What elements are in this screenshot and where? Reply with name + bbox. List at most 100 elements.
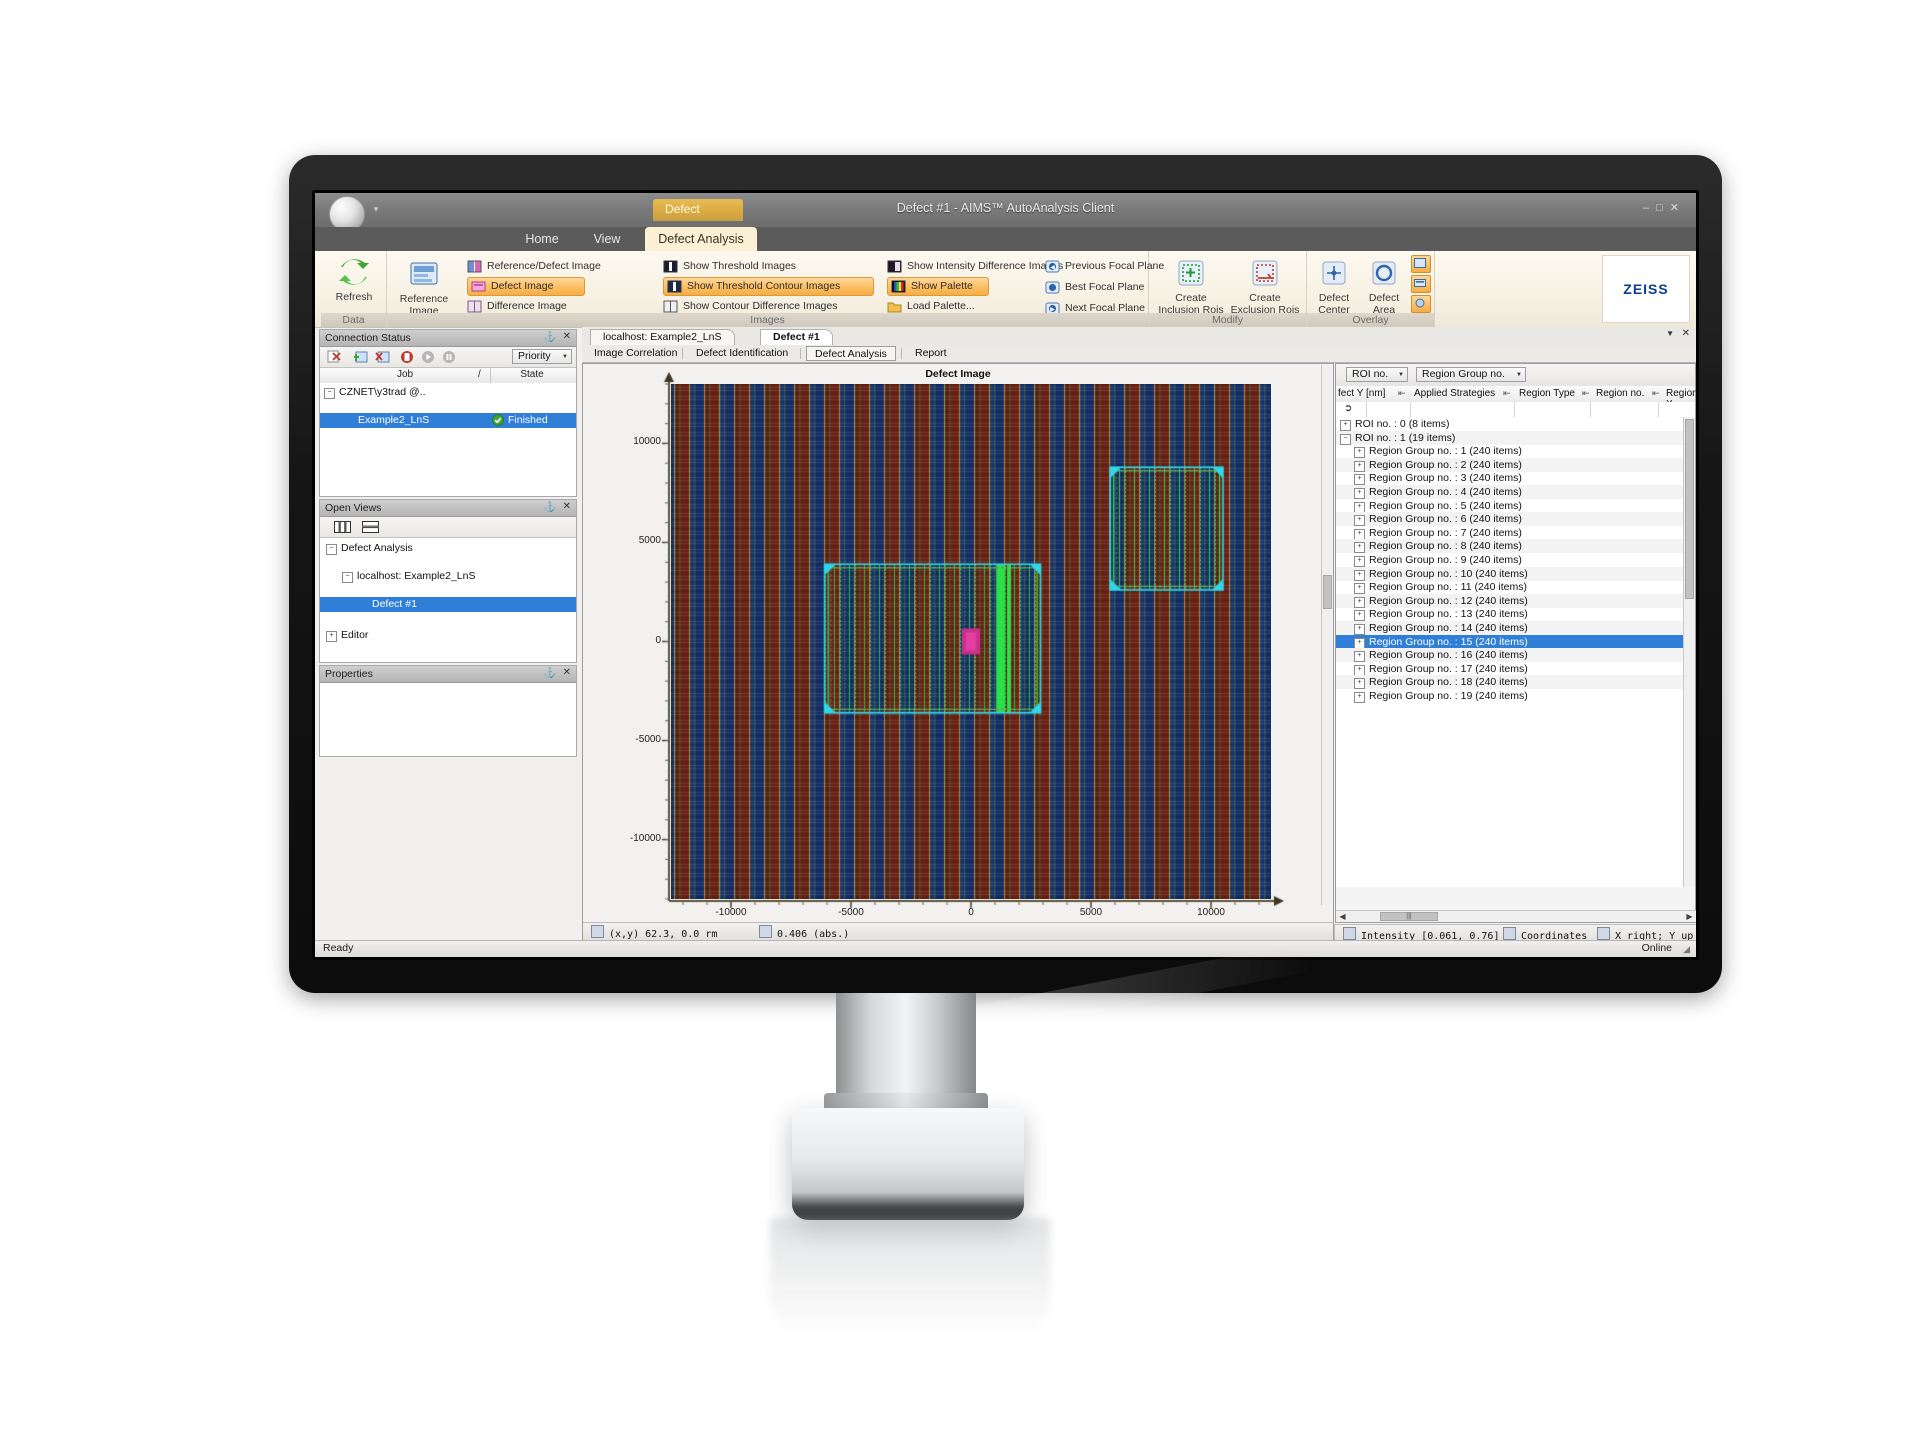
region-tree-row[interactable]: + Region Group no. : 14 (240 items) xyxy=(1336,621,1685,635)
region-vertical-scrollbar[interactable] xyxy=(1683,417,1695,887)
tile-vertical-icon[interactable] xyxy=(334,520,351,539)
region-tree-row[interactable]: + Region Group no. : 8 (240 items) xyxy=(1336,539,1685,554)
refresh-button[interactable]: Refresh xyxy=(324,255,384,303)
expander-icon[interactable]: + xyxy=(1354,610,1365,622)
reference-image-button[interactable]: Reference Image xyxy=(393,257,455,317)
region-group-tree[interactable]: + ROI no. : 0 (8 items) − ROI no. : 1 (19 i… xyxy=(1336,417,1685,887)
expander-icon[interactable]: + xyxy=(326,631,337,642)
open-views-row-defect-1[interactable]: Defect #1 xyxy=(320,597,576,612)
column-filter-glyph[interactable]: ⇤ xyxy=(1503,388,1511,399)
expander-icon[interactable]: − xyxy=(324,388,335,399)
overlay-link-icon[interactable] xyxy=(1411,295,1431,313)
column-state[interactable]: State xyxy=(492,369,572,380)
region-grid-filter-row[interactable]: ➲ xyxy=(1336,402,1695,418)
defect-image-canvas[interactable] xyxy=(671,384,1271,899)
remove-job-icon[interactable] xyxy=(327,350,342,369)
expander-icon[interactable]: + xyxy=(1354,501,1365,513)
expander-icon[interactable]: + xyxy=(1340,420,1351,431)
tab-defect-analysis[interactable]: Defect Analysis xyxy=(645,227,757,251)
pause-icon[interactable] xyxy=(442,350,456,369)
expander-icon[interactable]: + xyxy=(1354,542,1365,554)
expander-icon[interactable]: + xyxy=(1354,528,1365,540)
region-tree-row[interactable]: + Region Group no. : 2 (240 items) xyxy=(1336,457,1685,472)
expander-icon[interactable]: + xyxy=(1354,624,1365,635)
pin-icon[interactable]: ⚓ xyxy=(544,332,556,343)
pin-icon[interactable]: ⚓ xyxy=(544,502,556,513)
region-tree-row[interactable]: + Region Group no. : 12 (240 items) xyxy=(1336,593,1685,608)
open-views-row-editor[interactable]: + Editor xyxy=(320,628,576,642)
subtab-defect-identification[interactable]: Defect Identification xyxy=(688,346,796,361)
play-icon[interactable] xyxy=(421,350,435,369)
region-tree-row[interactable]: + Region Group no. : 11 (240 items) xyxy=(1336,580,1685,595)
region-tree-row[interactable]: + Region Group no. : 10 (240 items) xyxy=(1336,566,1685,581)
region-tree-row[interactable]: + Region Group no. : 16 (240 items) xyxy=(1336,648,1685,663)
region-tree-row[interactable]: − ROI no. : 1 (19 items) xyxy=(1336,430,1685,445)
expander-icon[interactable]: + xyxy=(1354,651,1365,663)
job-tree-row-root[interactable]: − CZNET\y3trad @.. xyxy=(320,385,576,399)
document-tab-close-icon[interactable]: ✕ xyxy=(1682,328,1690,339)
plot-vertical-scroll-thumb[interactable] xyxy=(1323,575,1332,609)
column-defect-y[interactable]: fect Y [nm] xyxy=(1338,388,1385,399)
job-tree-row-selected[interactable]: Example2_LnS Finished xyxy=(320,413,576,428)
tab-view[interactable]: View xyxy=(579,227,635,251)
expander-icon[interactable]: + xyxy=(1354,637,1365,649)
toggle-show-threshold-images[interactable]: Show Threshold Images xyxy=(663,258,863,275)
column-filter-glyph[interactable]: ⇤ xyxy=(1582,388,1590,399)
close-button[interactable]: ✕ xyxy=(1670,202,1686,214)
region-tree-row[interactable]: + Region Group no. : 4 (240 items) xyxy=(1336,485,1685,499)
region-horizontal-scrollbar[interactable]: ◀ ||| ▶ xyxy=(1336,910,1696,922)
close-icon[interactable]: ✕ xyxy=(563,501,571,512)
region-tree-row[interactable]: + Region Group no. : 15 (240 items) xyxy=(1336,634,1685,649)
region-tree-row[interactable]: + Region Group no. : 18 (240 items) xyxy=(1336,675,1685,690)
close-icon[interactable]: ✕ xyxy=(563,667,571,678)
column-region-type[interactable]: Region Type xyxy=(1519,388,1575,399)
subtab-defect-analysis[interactable]: Defect Analysis xyxy=(806,346,896,361)
document-tab-defect-1[interactable]: Defect #1 xyxy=(760,329,833,345)
pin-icon[interactable]: ⚓ xyxy=(544,668,556,679)
overlay-label-icon[interactable] xyxy=(1411,275,1431,293)
column-applied-strategies[interactable]: Applied Strategies xyxy=(1414,388,1495,399)
document-tab-menu-icon[interactable]: ▼ xyxy=(1666,329,1674,338)
column-filter-glyph[interactable]: ⇤ xyxy=(1652,388,1660,399)
expander-icon[interactable]: + xyxy=(1354,596,1365,608)
expander-icon[interactable]: + xyxy=(1354,447,1365,459)
expander-icon[interactable]: + xyxy=(1354,678,1365,690)
column-job[interactable]: Job xyxy=(320,369,490,380)
add-connection-icon[interactable] xyxy=(353,350,368,369)
stop-icon[interactable] xyxy=(400,350,414,369)
roi-no-filter[interactable]: ROI no. xyxy=(1346,367,1408,382)
maximize-button[interactable]: □ xyxy=(1656,202,1670,214)
document-tab-localhost[interactable]: localhost: Example2_LnS xyxy=(590,329,735,345)
expander-icon[interactable]: − xyxy=(342,572,353,583)
toggle-show-threshold-contour-images[interactable]: Show Threshold Contour Images xyxy=(663,277,874,296)
tile-horizontal-icon[interactable] xyxy=(362,520,379,539)
resize-grip-icon[interactable]: ◢ xyxy=(1683,944,1690,955)
region-horizontal-scroll-thumb[interactable]: ||| xyxy=(1380,912,1438,921)
properties-content[interactable] xyxy=(320,683,576,756)
region-tree-row[interactable]: + Region Group no. : 6 (240 items) xyxy=(1336,512,1685,527)
defect-area-button[interactable]: Defect Area xyxy=(1359,256,1409,316)
column-region-no[interactable]: Region no. xyxy=(1596,388,1644,399)
window-controls[interactable]: –□✕ xyxy=(1643,201,1686,214)
expander-icon[interactable]: + xyxy=(1354,569,1365,581)
toggle-defect-image[interactable]: Defect Image xyxy=(467,277,585,296)
expander-icon[interactable]: − xyxy=(1340,433,1351,445)
expander-icon[interactable]: + xyxy=(1354,460,1365,472)
scroll-right-icon[interactable]: ▶ xyxy=(1685,912,1694,921)
expander-icon[interactable]: + xyxy=(1354,583,1365,595)
region-tree-row[interactable]: + Region Group no. : 5 (240 items) xyxy=(1336,499,1685,513)
subtab-report[interactable]: Report xyxy=(907,346,955,361)
tab-home[interactable]: Home xyxy=(511,227,573,251)
minimize-button[interactable]: – xyxy=(1643,202,1656,214)
defect-center-button[interactable]: Defect Center xyxy=(1309,256,1359,316)
region-tree-row[interactable]: + ROI no. : 0 (8 items) xyxy=(1336,417,1685,431)
expander-icon[interactable]: + xyxy=(1354,474,1365,486)
region-tree-row[interactable]: + Region Group no. : 1 (240 items) xyxy=(1336,444,1685,459)
region-tree-row[interactable]: + Region Group no. : 9 (240 items) xyxy=(1336,553,1685,567)
expander-icon[interactable]: + xyxy=(1354,556,1365,567)
priority-dropdown[interactable]: Priority xyxy=(512,349,572,364)
region-tree-row[interactable]: + Region Group no. : 13 (240 items) xyxy=(1336,607,1685,622)
open-views-tree[interactable]: − Defect Analysis − localhost: Example2_Ln… xyxy=(320,538,576,662)
subtab-image-correlation[interactable]: Image Correlation xyxy=(586,346,685,361)
open-views-row-defect-analysis[interactable]: − Defect Analysis xyxy=(320,541,576,555)
